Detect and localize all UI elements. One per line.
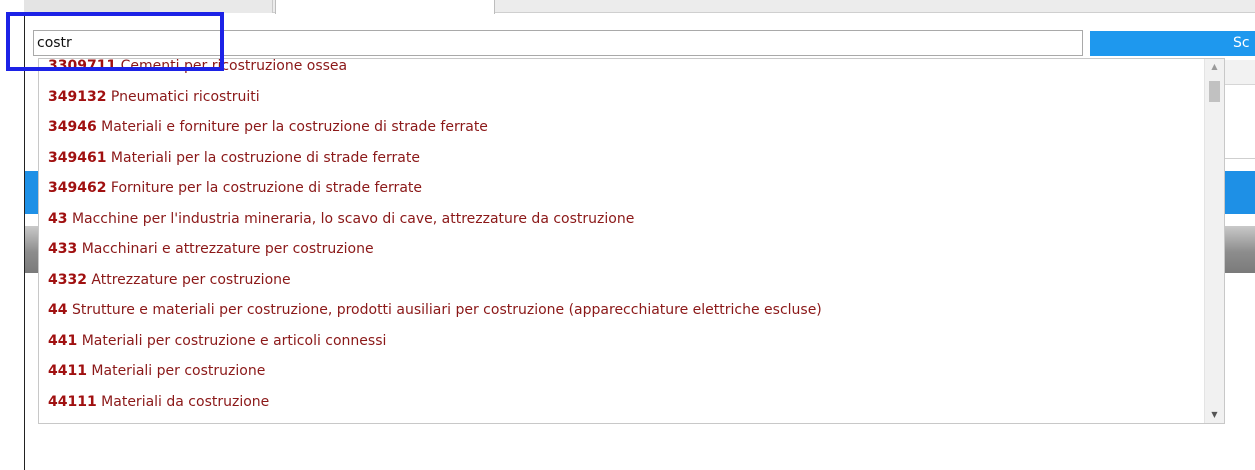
tab-active[interactable] (275, 0, 495, 14)
item-code: 44 (48, 302, 68, 318)
autocomplete-dropdown[interactable]: 3309711 Cementi per ricostruzione ossea … (38, 58, 1225, 424)
list-item[interactable]: 349461 Materiali per la costruzione di s… (39, 143, 1204, 174)
item-code: 349462 (48, 180, 107, 196)
item-code: 44111 (48, 393, 97, 410)
list-item[interactable]: 34946 Materiali e forniture per la costr… (39, 112, 1204, 143)
item-label: Forniture per la costruzione di strade f… (110, 180, 422, 196)
autocomplete-list: 3309711 Cementi per ricostruzione ossea … (39, 59, 1204, 418)
item-code: 433 (48, 241, 78, 257)
item-code: 349132 (48, 88, 107, 105)
list-item[interactable]: 349462 Forniture per la costruzione di s… (39, 173, 1204, 204)
list-item[interactable]: 433 Macchinari e attrezzature per costru… (39, 234, 1204, 265)
list-item[interactable]: 44 Strutture e materiali per costruzione… (39, 295, 1204, 326)
item-code: 349461 (48, 149, 107, 166)
item-label: Materiali per la costruzione di strade f… (110, 149, 420, 166)
list-item[interactable]: 44111 Materiali da costruzione (39, 387, 1204, 418)
list-item[interactable]: 441 Materiali per costruzione e articoli… (39, 326, 1204, 357)
item-label: Materiali da costruzione (101, 393, 270, 410)
item-label: Strutture e materiali per costruzione, p… (71, 302, 822, 318)
scroll-down-arrow-icon[interactable]: ▼ (1205, 407, 1224, 423)
list-item[interactable]: 4411 Materiali per costruzione (39, 356, 1204, 387)
scroll-up-arrow-icon[interactable]: ▲ (1205, 59, 1224, 75)
dropdown-scrollbar[interactable]: ▲ ▼ (1204, 59, 1224, 423)
item-label: Macchinari e attrezzature per costruzion… (81, 241, 374, 257)
item-label: Pneumatici ricostruiti (110, 88, 260, 105)
highlight-annotation-box (6, 12, 224, 71)
item-code: 4411 (48, 363, 87, 379)
item-code: 441 (48, 332, 78, 349)
item-label: Macchine per l'industria mineraria, lo s… (71, 210, 635, 227)
list-item[interactable]: 349132 Pneumatici ricostruiti (39, 82, 1204, 113)
list-item[interactable]: 43 Macchine per l'industria mineraria, l… (39, 204, 1204, 235)
search-button[interactable]: Sc (1090, 31, 1255, 56)
item-label: Attrezzature per costruzione (91, 271, 291, 288)
item-code: 4332 (48, 271, 87, 288)
scrollbar-thumb[interactable] (1209, 81, 1220, 102)
search-button-label: Sc (1233, 35, 1250, 51)
item-label: Materiali e forniture per la costruzione… (101, 119, 488, 135)
item-label: Materiali per costruzione (91, 363, 266, 379)
item-code: 43 (48, 210, 68, 227)
item-code: 34946 (48, 119, 97, 135)
list-item[interactable]: 4332 Attrezzature per costruzione (39, 265, 1204, 296)
item-label: Materiali per costruzione e articoli con… (81, 332, 387, 349)
